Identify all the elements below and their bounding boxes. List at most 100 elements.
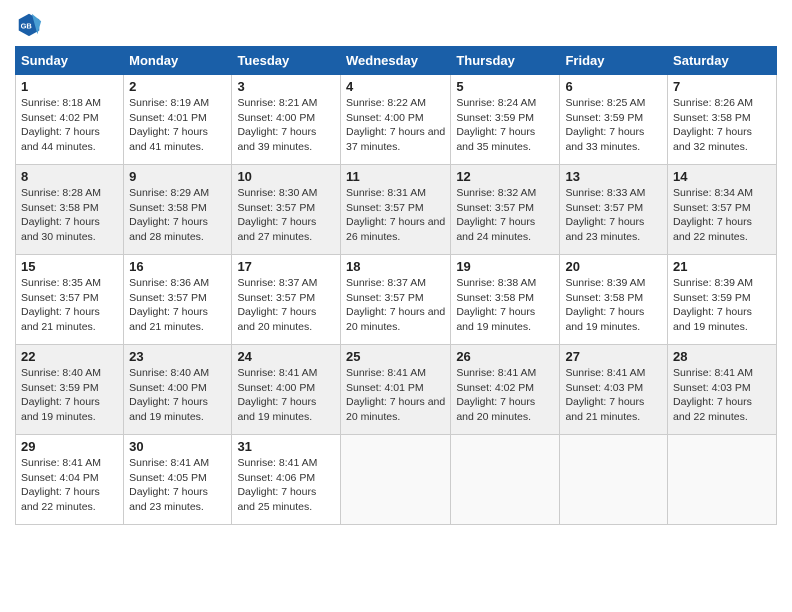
calendar-cell	[668, 435, 777, 525]
day-info: Sunrise: 8:35 AMSunset: 3:57 PMDaylight:…	[21, 276, 118, 335]
day-info: Sunrise: 8:19 AMSunset: 4:01 PMDaylight:…	[129, 96, 226, 155]
week-row-1: 1 Sunrise: 8:18 AMSunset: 4:02 PMDaylight…	[16, 75, 777, 165]
day-info: Sunrise: 8:37 AMSunset: 3:57 PMDaylight:…	[346, 276, 445, 335]
day-number: 8	[21, 169, 118, 184]
day-info: Sunrise: 8:39 AMSunset: 3:59 PMDaylight:…	[673, 276, 771, 335]
calendar-cell: 17 Sunrise: 8:37 AMSunset: 3:57 PMDayligh…	[232, 255, 341, 345]
calendar-cell: 18 Sunrise: 8:37 AMSunset: 3:57 PMDayligh…	[340, 255, 450, 345]
calendar-cell: 27Sunrise: 8:41 AMSunset: 4:03 PMDayligh…	[560, 345, 668, 435]
calendar-table: SundayMondayTuesdayWednesdayThursdayFrid…	[15, 46, 777, 525]
calendar-cell: 23 Sunrise: 8:40 AMSunset: 4:00 PMDayligh…	[124, 345, 232, 435]
day-number: 13	[565, 169, 662, 184]
day-number: 1	[21, 79, 118, 94]
day-number: 17	[237, 259, 335, 274]
day-number: 28	[673, 349, 771, 364]
day-info: Sunrise: 8:41 AMSunset: 4:00 PMDaylight:…	[237, 366, 335, 425]
day-number: 22	[21, 349, 118, 364]
week-row-5: 29 Sunrise: 8:41 AMSunset: 4:04 PMDayligh…	[16, 435, 777, 525]
calendar-cell: 20 Sunrise: 8:39 AMSunset: 3:58 PMDayligh…	[560, 255, 668, 345]
day-number: 11	[346, 169, 445, 184]
day-number: 7	[673, 79, 771, 94]
calendar-cell: 16Sunrise: 8:36 AMSunset: 3:57 PMDayligh…	[124, 255, 232, 345]
header-monday: Monday	[124, 47, 232, 75]
calendar-cell: 15 Sunrise: 8:35 AMSunset: 3:57 PMDayligh…	[16, 255, 124, 345]
day-info: Sunrise: 8:30 AMSunset: 3:57 PMDaylight:…	[237, 186, 335, 245]
calendar-cell	[340, 435, 450, 525]
calendar-cell: 14 Sunrise: 8:34 AMSunset: 3:57 PMDayligh…	[668, 165, 777, 255]
calendar-cell: 6 Sunrise: 8:25 AMSunset: 3:59 PMDaylight…	[560, 75, 668, 165]
day-number: 27	[565, 349, 662, 364]
calendar-cell	[560, 435, 668, 525]
day-info: Sunrise: 8:32 AMSunset: 3:57 PMDaylight:…	[456, 186, 554, 245]
day-number: 31	[237, 439, 335, 454]
day-info: Sunrise: 8:28 AMSunset: 3:58 PMDaylight:…	[21, 186, 118, 245]
page-container: GB SundayMondayTuesdayWednesdayThursdayF…	[0, 0, 792, 535]
day-info: Sunrise: 8:37 AMSunset: 3:57 PMDaylight:…	[237, 276, 335, 335]
day-number: 3	[237, 79, 335, 94]
calendar-cell: 25 Sunrise: 8:41 AMSunset: 4:01 PMDayligh…	[340, 345, 450, 435]
day-number: 20	[565, 259, 662, 274]
day-number: 18	[346, 259, 445, 274]
day-info: Sunrise: 8:24 AMSunset: 3:59 PMDaylight:…	[456, 96, 554, 155]
day-info: Sunrise: 8:41 AMSunset: 4:04 PMDaylight:…	[21, 456, 118, 515]
header-tuesday: Tuesday	[232, 47, 341, 75]
calendar-cell: 12 Sunrise: 8:32 AMSunset: 3:57 PMDayligh…	[451, 165, 560, 255]
calendar-cell: 2 Sunrise: 8:19 AMSunset: 4:01 PMDaylight…	[124, 75, 232, 165]
day-number: 23	[129, 349, 226, 364]
day-info: Sunrise: 8:39 AMSunset: 3:58 PMDaylight:…	[565, 276, 662, 335]
day-number: 9	[129, 169, 226, 184]
calendar-cell: 31 Sunrise: 8:41 AMSunset: 4:06 PMDayligh…	[232, 435, 341, 525]
calendar-cell: 30Sunrise: 8:41 AMSunset: 4:05 PMDayligh…	[124, 435, 232, 525]
day-info: Sunrise: 8:41 AMSunset: 4:05 PMDaylight:…	[129, 456, 226, 515]
day-info: Sunrise: 8:40 AMSunset: 4:00 PMDaylight:…	[129, 366, 226, 425]
day-info: Sunrise: 8:41 AMSunset: 4:01 PMDaylight:…	[346, 366, 445, 425]
day-number: 6	[565, 79, 662, 94]
calendar-cell: 8 Sunrise: 8:28 AMSunset: 3:58 PMDaylight…	[16, 165, 124, 255]
day-info: Sunrise: 8:41 AMSunset: 4:02 PMDaylight:…	[456, 366, 554, 425]
calendar-cell: 19Sunrise: 8:38 AMSunset: 3:58 PMDayligh…	[451, 255, 560, 345]
header-saturday: Saturday	[668, 47, 777, 75]
calendar-cell: 3 Sunrise: 8:21 AMSunset: 4:00 PMDaylight…	[232, 75, 341, 165]
day-number: 14	[673, 169, 771, 184]
week-row-2: 8 Sunrise: 8:28 AMSunset: 3:58 PMDaylight…	[16, 165, 777, 255]
day-info: Sunrise: 8:21 AMSunset: 4:00 PMDaylight:…	[237, 96, 335, 155]
logo: GB	[15, 10, 47, 38]
svg-text:GB: GB	[21, 22, 33, 31]
day-info: Sunrise: 8:38 AMSunset: 3:58 PMDaylight:…	[456, 276, 554, 335]
day-number: 25	[346, 349, 445, 364]
day-number: 12	[456, 169, 554, 184]
week-row-3: 15 Sunrise: 8:35 AMSunset: 3:57 PMDayligh…	[16, 255, 777, 345]
day-info: Sunrise: 8:33 AMSunset: 3:57 PMDaylight:…	[565, 186, 662, 245]
day-info: Sunrise: 8:31 AMSunset: 3:57 PMDaylight:…	[346, 186, 445, 245]
calendar-cell: 9Sunrise: 8:29 AMSunset: 3:58 PMDaylight…	[124, 165, 232, 255]
day-number: 5	[456, 79, 554, 94]
day-info: Sunrise: 8:41 AMSunset: 4:06 PMDaylight:…	[237, 456, 335, 515]
calendar-cell: 5 Sunrise: 8:24 AMSunset: 3:59 PMDaylight…	[451, 75, 560, 165]
day-info: Sunrise: 8:22 AMSunset: 4:00 PMDaylight:…	[346, 96, 445, 155]
day-info: Sunrise: 8:41 AMSunset: 4:03 PMDaylight:…	[673, 366, 771, 425]
day-number: 10	[237, 169, 335, 184]
header-wednesday: Wednesday	[340, 47, 450, 75]
calendar-cell: 21Sunrise: 8:39 AMSunset: 3:59 PMDayligh…	[668, 255, 777, 345]
day-info: Sunrise: 8:18 AMSunset: 4:02 PMDaylight:…	[21, 96, 118, 155]
day-number: 4	[346, 79, 445, 94]
week-row-4: 22Sunrise: 8:40 AMSunset: 3:59 PMDayligh…	[16, 345, 777, 435]
calendar-header-row: SundayMondayTuesdayWednesdayThursdayFrid…	[16, 47, 777, 75]
day-info: Sunrise: 8:25 AMSunset: 3:59 PMDaylight:…	[565, 96, 662, 155]
calendar-cell: 28 Sunrise: 8:41 AMSunset: 4:03 PMDayligh…	[668, 345, 777, 435]
day-info: Sunrise: 8:36 AMSunset: 3:57 PMDaylight:…	[129, 276, 226, 335]
header-sunday: Sunday	[16, 47, 124, 75]
day-info: Sunrise: 8:26 AMSunset: 3:58 PMDaylight:…	[673, 96, 771, 155]
calendar-cell: 29 Sunrise: 8:41 AMSunset: 4:04 PMDayligh…	[16, 435, 124, 525]
calendar-cell: 4 Sunrise: 8:22 AMSunset: 4:00 PMDaylight…	[340, 75, 450, 165]
day-number: 29	[21, 439, 118, 454]
day-number: 15	[21, 259, 118, 274]
day-number: 2	[129, 79, 226, 94]
logo-icon: GB	[15, 10, 43, 38]
calendar-cell: 10 Sunrise: 8:30 AMSunset: 3:57 PMDayligh…	[232, 165, 341, 255]
calendar-cell: 24Sunrise: 8:41 AMSunset: 4:00 PMDayligh…	[232, 345, 341, 435]
calendar-cell: 26Sunrise: 8:41 AMSunset: 4:02 PMDayligh…	[451, 345, 560, 435]
calendar-cell: 1 Sunrise: 8:18 AMSunset: 4:02 PMDaylight…	[16, 75, 124, 165]
calendar-cell	[451, 435, 560, 525]
day-info: Sunrise: 8:34 AMSunset: 3:57 PMDaylight:…	[673, 186, 771, 245]
